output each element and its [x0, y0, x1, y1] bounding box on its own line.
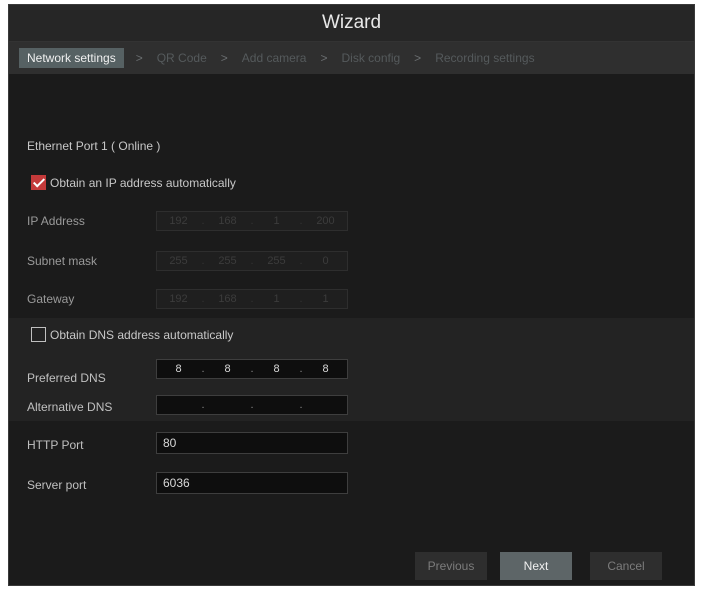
- gateway-octet-1: 192: [169, 293, 188, 305]
- ip-address-label: IP Address: [27, 214, 85, 228]
- ip-address-octet-3: 1: [273, 215, 280, 227]
- step-recording-settings[interactable]: Recording settings: [435, 51, 534, 65]
- ethernet-port-title: Ethernet Port 1 ( Online ): [27, 139, 161, 153]
- alternative-dns-field[interactable]: . . .: [156, 395, 348, 415]
- auto-ip-label: Obtain an IP address automatically: [50, 176, 236, 190]
- subnet-mask-label: Subnet mask: [27, 254, 98, 268]
- server-port-input[interactable]: 6036: [156, 472, 348, 494]
- gateway-label: Gateway: [27, 292, 75, 306]
- preferred-dns-field[interactable]: 8. 8. 8. 8: [156, 359, 348, 379]
- gateway-octet-2: 168: [218, 293, 237, 305]
- preferred-dns-octet-1: 8: [175, 363, 182, 375]
- server-port-label: Server port: [27, 478, 87, 492]
- wizard-window: Wizard Network settings > QR Code > Add …: [8, 4, 695, 586]
- ip-address-field[interactable]: 192. 168. 1. 200: [156, 211, 348, 231]
- auto-ip-checkbox[interactable]: [31, 175, 46, 190]
- step-network-settings[interactable]: Network settings: [19, 48, 124, 68]
- subnet-mask-field[interactable]: 255. 255. 255. 0: [156, 251, 348, 271]
- previous-button[interactable]: Previous: [415, 552, 487, 580]
- gateway-octet-4: 1: [322, 293, 329, 305]
- step-separator-icon: >: [220, 51, 228, 65]
- gateway-octet-3: 1: [273, 293, 280, 305]
- step-add-camera[interactable]: Add camera: [242, 51, 307, 65]
- cancel-button[interactable]: Cancel: [590, 552, 662, 580]
- next-button[interactable]: Next: [500, 552, 572, 580]
- auto-dns-checkbox[interactable]: [31, 327, 46, 342]
- step-separator-icon: >: [320, 51, 328, 65]
- ip-address-octet-1: 192: [169, 215, 188, 227]
- network-settings-panel: Ethernet Port 1 ( Online ) Obtain an IP …: [9, 74, 694, 544]
- subnet-mask-octet-1: 255: [169, 255, 188, 267]
- step-separator-icon: >: [414, 51, 422, 65]
- subnet-mask-octet-2: 255: [218, 255, 237, 267]
- gateway-field[interactable]: 192. 168. 1. 1: [156, 289, 348, 309]
- ip-address-octet-4: 200: [316, 215, 335, 227]
- preferred-dns-label: Preferred DNS: [27, 371, 106, 385]
- preferred-dns-octet-2: 8: [224, 363, 231, 375]
- step-disk-config[interactable]: Disk config: [341, 51, 400, 65]
- preferred-dns-octet-3: 8: [273, 363, 280, 375]
- step-separator-icon: >: [135, 51, 143, 65]
- http-port-input[interactable]: 80: [156, 432, 348, 454]
- auto-dns-label: Obtain DNS address automatically: [50, 328, 234, 342]
- wizard-steps: Network settings > QR Code > Add camera …: [9, 42, 694, 74]
- subnet-mask-octet-4: 0: [322, 255, 329, 267]
- step-qr-code[interactable]: QR Code: [157, 51, 207, 65]
- window-title: Wizard: [9, 5, 694, 42]
- preferred-dns-octet-4: 8: [322, 363, 329, 375]
- subnet-mask-octet-3: 255: [267, 255, 286, 267]
- ip-address-octet-2: 168: [218, 215, 237, 227]
- alternative-dns-label: Alternative DNS: [27, 400, 113, 414]
- http-port-label: HTTP Port: [27, 438, 84, 452]
